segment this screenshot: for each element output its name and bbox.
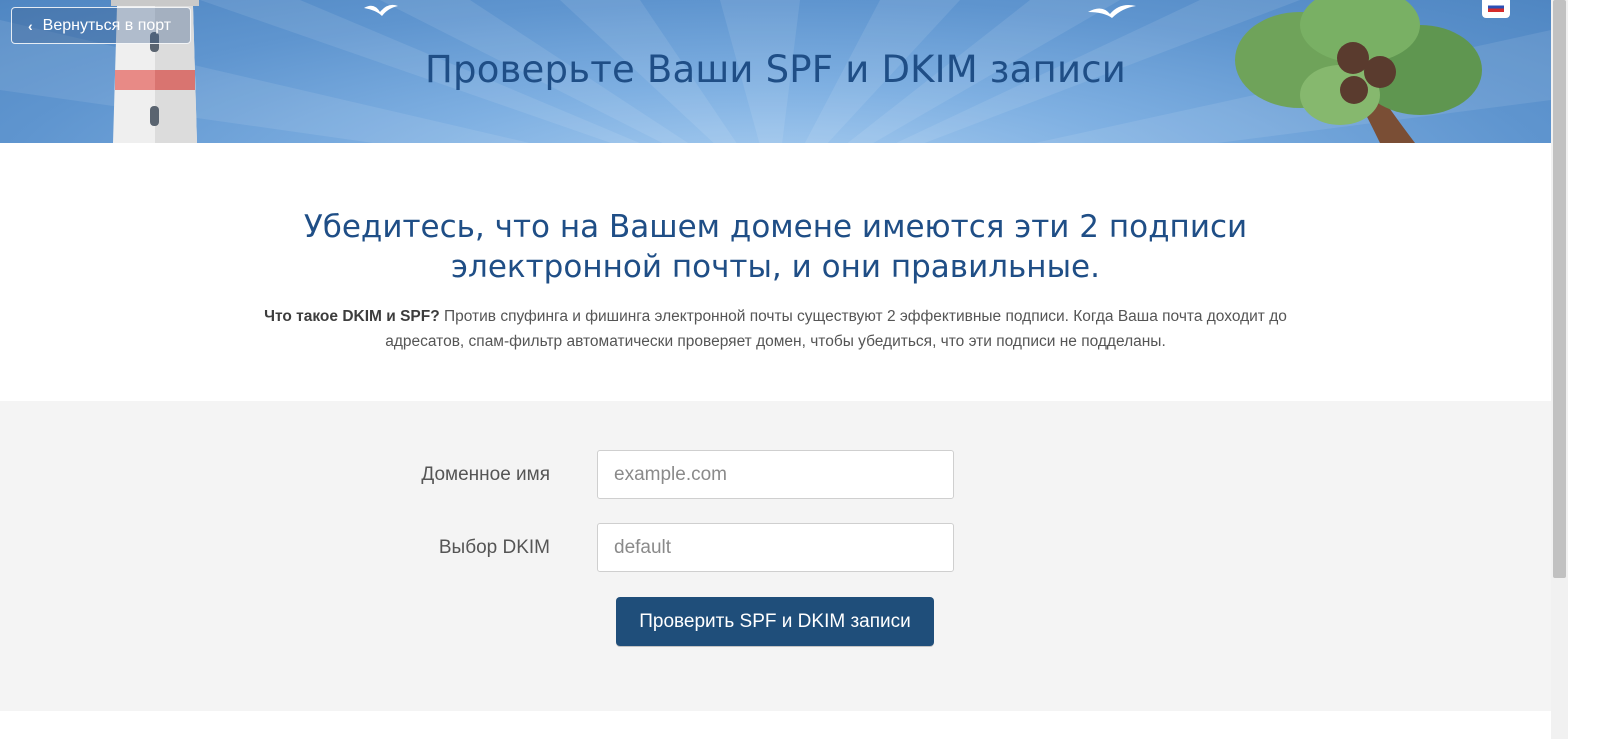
check-records-button[interactable]: Проверить SPF и DKIM записи: [616, 597, 934, 646]
domain-row: Доменное имя: [0, 450, 1551, 499]
language-selector[interactable]: [1482, 0, 1510, 18]
chevron-left-icon: ‹: [28, 17, 33, 34]
page-footer-strip: [0, 711, 1551, 739]
scrollbar-thumb[interactable]: [1553, 0, 1566, 578]
ru-flag-icon: [1488, 2, 1504, 12]
dkim-selector-label: Выбор DKIM: [438, 537, 550, 558]
vertical-scrollbar[interactable]: [1551, 0, 1568, 739]
back-button-label: Вернуться в порт: [42, 16, 172, 34]
check-form: Доменное имя Выбор DKIM Проверить SPF и …: [0, 401, 1551, 711]
back-to-port-button[interactable]: ‹ Вернуться в порт: [11, 7, 191, 44]
intro-heading: Убедитесь, что на Вашем домене имеются э…: [303, 209, 1248, 285]
domain-label: Доменное имя: [421, 464, 550, 485]
domain-input[interactable]: [597, 450, 954, 499]
hero-banner: Проверьте Ваши SPF и DKIM записи ‹ Верну…: [0, 0, 1551, 143]
intro-description: Что такое DKIM и SPF? Против спуфинга и …: [230, 304, 1321, 354]
seagull-icon: [1088, 5, 1136, 18]
page-title: Проверьте Ваши SPF и DKIM записи: [425, 48, 1126, 91]
seagull-icon: [364, 4, 398, 16]
dkim-selector-input[interactable]: [597, 523, 954, 572]
dkim-selector-row: Выбор DKIM: [0, 523, 1551, 572]
intro-section: Убедитесь, что на Вашем домене имеются э…: [0, 143, 1551, 401]
intro-question: Что такое DKIM и SPF?: [264, 308, 440, 325]
intro-description-text: Против спуфинга и фишинга электронной по…: [385, 308, 1287, 350]
